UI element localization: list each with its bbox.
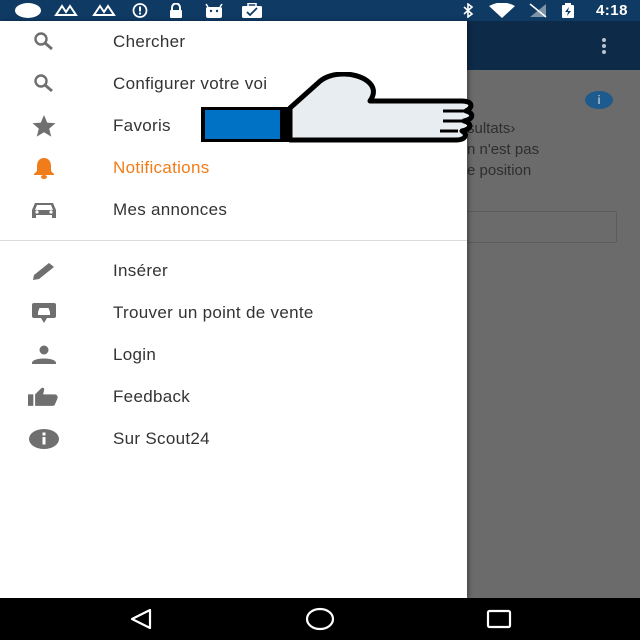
menu-divider <box>0 240 467 241</box>
menu-item-label: Sur Scout24 <box>113 429 210 448</box>
menu-item-label: Chercher <box>113 32 186 51</box>
pencil-icon <box>28 259 60 283</box>
menu-item-inserer[interactable]: Insérer <box>0 250 467 292</box>
overflow-menu-icon[interactable] <box>600 38 608 54</box>
info-icon[interactable]: i <box>585 91 613 109</box>
battery-icon <box>562 3 574 18</box>
status-bar: 4:18 <box>0 0 640 21</box>
search-icon <box>28 30 60 54</box>
home-icon[interactable] <box>305 606 335 632</box>
menu-item-chercher[interactable]: Chercher <box>0 21 467 63</box>
search-icon <box>28 72 60 96</box>
menu-item-label: Notifications <box>113 158 210 177</box>
person-icon <box>28 343 60 367</box>
menu-item-label: Feedback <box>113 387 191 406</box>
menu-item-sur-scout24[interactable]: Sur Scout24 <box>0 418 467 460</box>
signal-icon <box>54 4 78 16</box>
wifi-icon <box>489 3 515 18</box>
menu-item-label: Trouver un point de vente <box>113 303 314 322</box>
dealer-icon <box>28 301 60 325</box>
thumbs-up-overlay-icon <box>201 72 475 143</box>
menu-item-label: Mes annonces <box>113 200 228 219</box>
star-icon <box>28 114 60 138</box>
back-icon[interactable] <box>126 606 156 632</box>
no-sim-icon <box>529 3 547 18</box>
briefcase-icon <box>242 3 262 18</box>
menu-item-feedback[interactable]: Feedback <box>0 376 467 418</box>
menu-item-notifications[interactable]: Notifications <box>0 147 467 189</box>
thumbs-up-icon <box>28 385 60 409</box>
car-icon <box>28 198 60 222</box>
menu-item-mes-annonces[interactable]: Mes annonces <box>0 189 467 231</box>
bell-icon <box>28 156 60 180</box>
menu-item-label: Insérer <box>113 261 169 280</box>
lock-icon <box>170 3 182 18</box>
info-icon <box>28 427 60 451</box>
android-icon <box>205 3 223 18</box>
clock: 4:18 <box>595 2 628 19</box>
menu-item-label: Login <box>113 345 157 364</box>
behind-input-field[interactable] <box>467 211 617 243</box>
signal-icon <box>92 4 116 16</box>
menu-item-trouver[interactable]: Trouver un point de vente <box>0 292 467 334</box>
behind-text: e position <box>467 162 532 179</box>
menu-item-label: Favoris <box>113 116 171 135</box>
bluetooth-icon <box>463 3 474 18</box>
menu-item-login[interactable]: Login <box>0 334 467 376</box>
circle-notification-icon <box>15 3 41 18</box>
alert-icon <box>132 3 148 18</box>
recents-icon[interactable] <box>484 606 514 632</box>
navigation-bar <box>0 598 640 640</box>
